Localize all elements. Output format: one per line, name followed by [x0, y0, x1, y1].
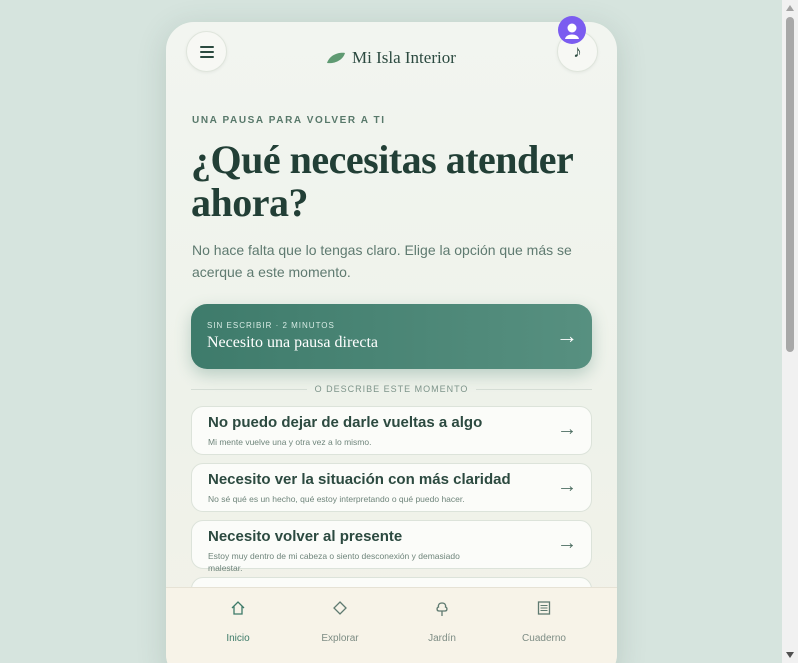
arrow-right-icon: → [557, 475, 577, 497]
menu-button[interactable] [186, 31, 227, 72]
page-lede: No hace falta que lo tengas claro. Elige… [192, 242, 572, 280]
option-title: No puedo dejar de darle vueltas a algo [208, 414, 483, 431]
page-title: ¿Qué necesitas atender ahora? [191, 137, 573, 225]
home-icon [188, 600, 288, 618]
option-subtitle: Estoy muy dentro de mi cabeza o siento d… [208, 551, 460, 573]
option-subtitle: Mi mente vuelve una y otra vez a lo mism… [208, 437, 372, 447]
divider-line [191, 388, 307, 390]
divider-label: O DESCRIBE ESTE MOMENTO [314, 384, 469, 394]
option-title: Necesito volver al presente [208, 528, 403, 545]
scroll-thumb[interactable] [786, 17, 794, 352]
option-card-present[interactable]: Necesito volver al presente Estoy muy de… [191, 520, 592, 573]
scroll-down-icon[interactable] [786, 652, 794, 658]
nav-label: Jardín [428, 633, 456, 644]
option-card-clarity[interactable]: Necesito ver la situación con más clarid… [191, 463, 592, 512]
nav-label: Inicio [226, 633, 250, 644]
arrow-right-icon: → [557, 418, 577, 440]
app-frame: Mi Isla Interior ♪ UNA PAUSA PARA VOLVER… [166, 22, 617, 663]
tree-icon [392, 600, 492, 618]
brand: Mi Isla Interior [326, 48, 456, 68]
notebook-icon [494, 600, 594, 618]
brand-name: Mi Isla Interior [352, 48, 456, 67]
diamond-icon [290, 600, 390, 618]
page-scrollbar[interactable] [782, 0, 798, 663]
leaf-icon [327, 52, 345, 64]
music-note-icon: ♪ [573, 41, 582, 61]
option-title: Necesito ver la situación con más clarid… [208, 471, 511, 488]
eyebrow: UNA PAUSA PARA VOLVER A TI [192, 115, 386, 126]
direct-pause-title: Necesito una pausa directa [207, 334, 379, 351]
arrow-right-icon: → [557, 532, 577, 554]
user-avatar[interactable] [558, 16, 586, 44]
hamburger-icon [199, 45, 214, 58]
direct-pause-button[interactable]: SIN ESCRIBIR · 2 MINUTOS Necesito una pa… [191, 304, 592, 369]
option-card-rumination[interactable]: No puedo dejar de darle vueltas a algo M… [191, 406, 592, 455]
section-divider: O DESCRIBE ESTE MOMENTO [191, 382, 593, 396]
bottom-nav: Inicio Explorar Jardín Cuaderno [166, 587, 617, 663]
direct-pause-kicker: SIN ESCRIBIR · 2 MINUTOS [207, 321, 335, 330]
arrow-right-icon: → [556, 323, 578, 348]
nav-label: Explorar [321, 633, 359, 644]
option-subtitle: No sé qué es un hecho, qué estoy interpr… [208, 494, 465, 504]
nav-label: Cuaderno [522, 633, 566, 644]
user-icon [565, 23, 579, 39]
scroll-up-icon[interactable] [786, 5, 794, 11]
divider-line [476, 388, 593, 390]
